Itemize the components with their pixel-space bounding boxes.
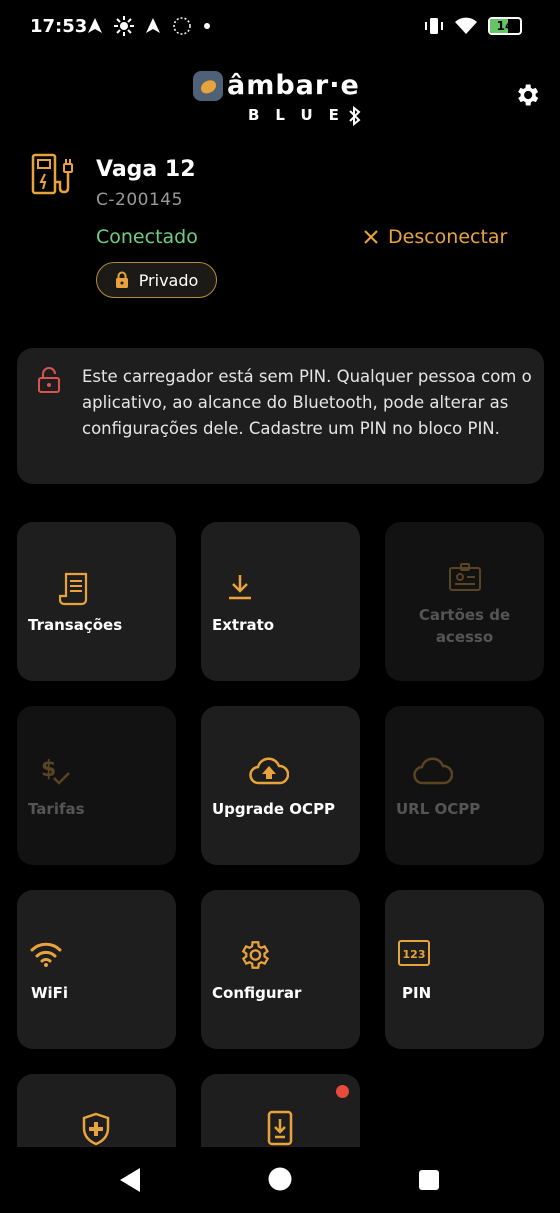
bluetooth-icon bbox=[349, 106, 361, 126]
amber-logo-icon bbox=[193, 70, 223, 101]
wifi-icon bbox=[30, 942, 62, 967]
settings-button[interactable] bbox=[510, 78, 544, 112]
home-icon[interactable] bbox=[268, 1167, 292, 1191]
back-icon[interactable] bbox=[118, 1167, 142, 1193]
gear-icon bbox=[241, 941, 270, 969]
tile-label: Tarifas bbox=[28, 800, 85, 818]
unlocked-icon bbox=[38, 367, 60, 393]
tile-label: WiFi bbox=[31, 984, 69, 1002]
disconnect-button[interactable]: Desconectar bbox=[362, 226, 507, 248]
tile-cartoes-de-acesso[interactable]: Cartões de acesso bbox=[385, 522, 544, 681]
tile-label: PIN bbox=[402, 984, 432, 1002]
status-bar: 17:53 14 bbox=[0, 0, 560, 56]
brightness-icon bbox=[114, 16, 134, 36]
cloud-icon bbox=[413, 757, 453, 785]
navigation-icon bbox=[88, 18, 102, 33]
charger-id: C-200145 bbox=[96, 190, 183, 210]
battery-charging-icon: 14 bbox=[488, 17, 522, 35]
charger-name: Vaga 12 bbox=[96, 157, 196, 182]
receipt-icon bbox=[59, 572, 88, 606]
gear-icon bbox=[518, 84, 539, 106]
dollar-check-icon: $ bbox=[41, 757, 70, 785]
tile-wifi[interactable]: WiFi bbox=[17, 890, 176, 1049]
logo-text: âmbar·e bbox=[227, 70, 360, 101]
navigation-icon bbox=[146, 18, 160, 33]
notification-dot bbox=[336, 1085, 349, 1098]
tile-url-ocpp[interactable]: URL OCPP bbox=[385, 706, 544, 865]
shield-plus-icon bbox=[82, 1112, 110, 1146]
no-pin-warning: Este carregador está sem PIN. Qualquer p… bbox=[17, 348, 544, 484]
tile-configurar[interactable]: Configurar bbox=[201, 890, 360, 1049]
status-time: 17:53 bbox=[30, 16, 88, 37]
privacy-label: Privado bbox=[138, 270, 199, 290]
connection-status: Conectado bbox=[96, 226, 198, 248]
tile-label: URL OCPP bbox=[396, 800, 481, 818]
lock-icon bbox=[115, 271, 128, 288]
wifi-icon bbox=[455, 17, 477, 34]
sim-icon bbox=[173, 17, 191, 35]
app-header: âmbar·e BLUE bbox=[0, 60, 560, 130]
download-icon bbox=[229, 575, 251, 600]
ev-charger-icon bbox=[31, 153, 73, 195]
recents-icon[interactable] bbox=[418, 1169, 440, 1191]
tile-tarifas[interactable]: $ Tarifas bbox=[17, 706, 176, 865]
phone-download-icon bbox=[267, 1110, 293, 1146]
tile-label: Cartões de acesso bbox=[418, 606, 511, 646]
disconnect-label: Desconectar bbox=[388, 226, 508, 248]
pin-123-icon: 123 bbox=[398, 940, 430, 966]
svg-text:123: 123 bbox=[403, 948, 426, 961]
battery-level: 14 bbox=[496, 19, 514, 33]
warning-text: Este carregador está sem PIN. Qualquer p… bbox=[82, 367, 532, 438]
close-icon bbox=[364, 230, 378, 244]
dot-icon bbox=[204, 23, 210, 29]
tile-pin[interactable]: 123 PIN bbox=[385, 890, 544, 1049]
id-card-icon bbox=[449, 563, 481, 591]
tile-label: Extrato bbox=[212, 616, 275, 634]
cloud-upload-icon bbox=[249, 757, 289, 785]
tile-label: Transações bbox=[28, 616, 123, 634]
tile-transacoes[interactable]: Transações bbox=[17, 522, 176, 681]
app-logo: âmbar·e bbox=[193, 70, 360, 101]
tile-label: Upgrade OCPP bbox=[212, 800, 336, 818]
privacy-chip[interactable]: Privado bbox=[96, 262, 217, 298]
logo-subtext: BLUE bbox=[248, 106, 355, 124]
vibrate-icon bbox=[425, 18, 443, 34]
tile-extrato[interactable]: Extrato bbox=[201, 522, 360, 681]
tile-label: Configurar bbox=[212, 984, 302, 1002]
tile-upgrade-ocpp[interactable]: Upgrade OCPP bbox=[201, 706, 360, 865]
system-nav-bar bbox=[0, 1147, 560, 1213]
